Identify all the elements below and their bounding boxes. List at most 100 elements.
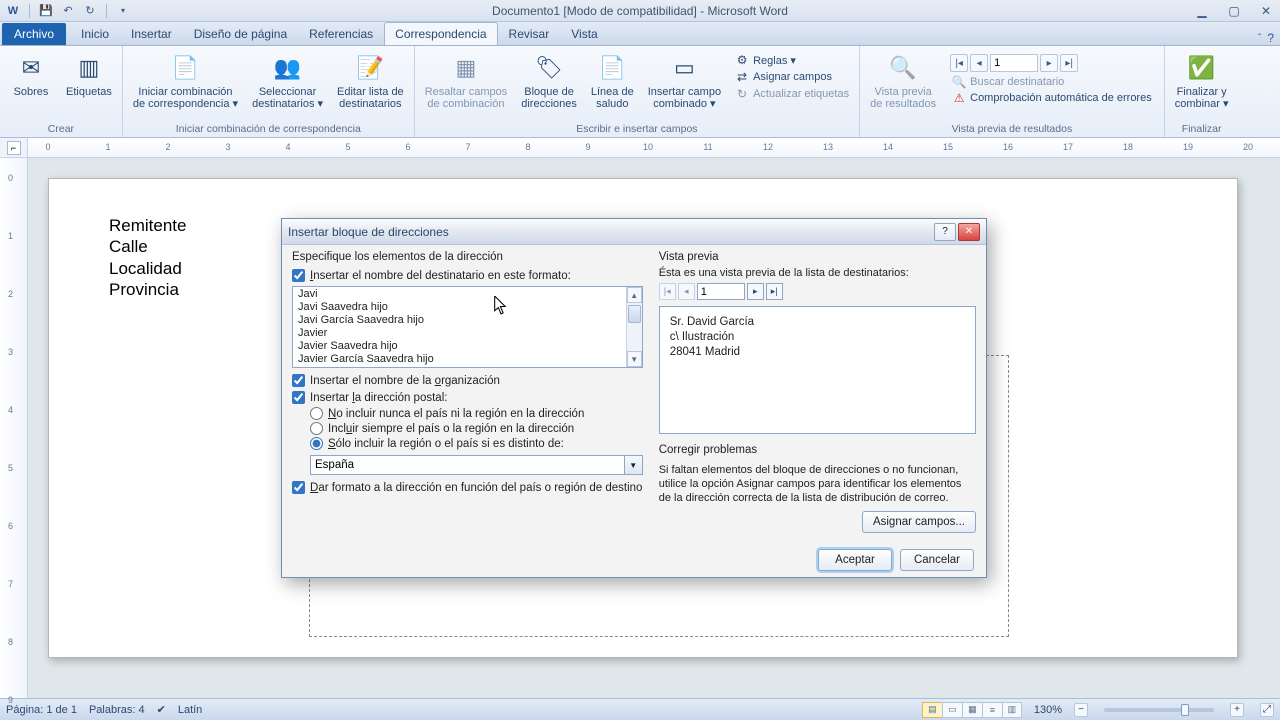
vertical-ruler[interactable]: 0123456789 bbox=[0, 158, 28, 698]
insert-name-label: IInsertar el nombre del destinatario en … bbox=[310, 270, 571, 282]
finalizar-combinar-button[interactable]: ✅ Finalizar y combinar ▾ bbox=[1169, 48, 1235, 114]
horizontal-ruler[interactable]: 01234567891011121314151617181920 bbox=[28, 138, 1280, 157]
list-item[interactable]: Javi García Saavedra hijo bbox=[294, 314, 641, 327]
full-screen-view-button[interactable]: ▭ bbox=[942, 702, 962, 718]
tab-diseno[interactable]: Diseño de página bbox=[183, 22, 298, 45]
print-layout-view-button[interactable]: ▤ bbox=[922, 702, 942, 718]
format-by-country-checkbox-row[interactable]: Dar formato a la dirección en función de… bbox=[292, 481, 643, 494]
seleccionar-destinatarios-button[interactable]: 👥 Seleccionar destinatarios ▾ bbox=[246, 48, 329, 114]
editar-lista-button[interactable]: 📝 Editar lista de destinatarios bbox=[331, 48, 410, 114]
linea-saludo-button[interactable]: 📄 Línea de saludo bbox=[585, 48, 640, 114]
bloque-direcciones-button[interactable]: 🏷 Bloque de direcciones bbox=[515, 48, 583, 114]
scroll-up-button[interactable]: ▲ bbox=[627, 287, 642, 303]
reglas-button[interactable]: ⚙Reglas ▾ bbox=[731, 52, 853, 68]
outline-view-button[interactable]: ≡ bbox=[982, 702, 1002, 718]
asignar-campos-button[interactable]: Asignar campos... bbox=[862, 511, 976, 533]
file-tab[interactable]: Archivo bbox=[2, 23, 66, 45]
rules-icon: ⚙ bbox=[735, 53, 749, 67]
tab-vista[interactable]: Vista bbox=[560, 22, 608, 45]
combo-dropdown-button[interactable]: ▼ bbox=[625, 455, 643, 475]
comprobacion-errores-button[interactable]: ⚠Comprobación automática de errores bbox=[948, 90, 1156, 106]
cancel-button[interactable]: Cancelar bbox=[900, 549, 974, 571]
tab-revisar[interactable]: Revisar bbox=[498, 22, 561, 45]
ok-button[interactable]: Aceptar bbox=[818, 549, 892, 571]
qat-dropdown-icon[interactable]: ▾ bbox=[114, 2, 132, 20]
list-item[interactable]: Javier Saavedra hijo bbox=[294, 340, 641, 353]
status-page[interactable]: Página: 1 de 1 bbox=[6, 704, 77, 716]
mail-merge-icon: 📄 bbox=[169, 52, 201, 84]
actualizar-etiquetas-button[interactable]: ↻Actualizar etiquetas bbox=[731, 86, 853, 102]
country-combo[interactable]: ▼ bbox=[310, 455, 643, 475]
etiquetas-button[interactable]: ▥ Etiquetas bbox=[60, 48, 118, 102]
zoom-out-button[interactable]: − bbox=[1074, 703, 1088, 717]
zoom-thumb[interactable] bbox=[1181, 704, 1189, 716]
tab-selector-button[interactable]: ⌐ bbox=[7, 141, 21, 155]
resaltar-campos-button[interactable]: ▦ Resaltar campos de combinación bbox=[419, 48, 514, 114]
vista-previa-button[interactable]: 🔍 Vista previa de resultados bbox=[864, 48, 942, 114]
preview-prev-button[interactable]: ◂ bbox=[678, 283, 695, 300]
radio-never-row[interactable]: No incluir nunca el país ni la región en… bbox=[310, 407, 643, 420]
preview-record-input[interactable] bbox=[697, 283, 745, 300]
undo-icon[interactable]: ↶ bbox=[59, 2, 77, 20]
listbox-scrollbar[interactable]: ▲ ▼ bbox=[626, 287, 642, 367]
preview-next-button[interactable]: ▸ bbox=[747, 283, 764, 300]
insert-org-checkbox-row[interactable]: Insertar el nombre de la organización In… bbox=[292, 374, 643, 387]
name-format-listbox[interactable]: Javi Javi Saavedra hijo Javi García Saav… bbox=[292, 286, 643, 368]
format-by-country-checkbox[interactable] bbox=[292, 481, 305, 494]
sobres-button[interactable]: ✉ Sobres bbox=[4, 48, 58, 102]
nav-next-button[interactable]: ▸ bbox=[1040, 54, 1058, 72]
nav-first-button[interactable]: |◂ bbox=[950, 54, 968, 72]
radio-diff[interactable] bbox=[310, 437, 323, 450]
country-input[interactable] bbox=[310, 455, 625, 475]
view-buttons: ▤ ▭ ▦ ≡ ▥ bbox=[922, 702, 1022, 718]
insert-org-checkbox[interactable] bbox=[292, 374, 305, 387]
zoom-slider[interactable] bbox=[1104, 708, 1214, 712]
buscar-destinatario-button[interactable]: 🔍Buscar destinatario bbox=[948, 74, 1156, 90]
tab-inicio[interactable]: Inicio bbox=[70, 22, 120, 45]
web-layout-view-button[interactable]: ▦ bbox=[962, 702, 982, 718]
save-icon[interactable]: 💾 bbox=[37, 2, 55, 20]
status-words[interactable]: Palabras: 4 bbox=[89, 704, 145, 716]
status-proofing-icon[interactable]: ✔ bbox=[157, 703, 166, 716]
preview-first-button[interactable]: |◂ bbox=[659, 283, 676, 300]
insert-name-checkbox-row[interactable]: IInsertar el nombre del destinatario en … bbox=[292, 269, 643, 282]
tab-referencias[interactable]: Referencias bbox=[298, 22, 384, 45]
radio-never[interactable] bbox=[310, 407, 323, 420]
zoom-in-button[interactable]: + bbox=[1230, 703, 1244, 717]
insert-postal-checkbox[interactable] bbox=[292, 391, 305, 404]
nav-last-button[interactable]: ▸| bbox=[1060, 54, 1078, 72]
close-window-button[interactable]: ✕ bbox=[1256, 4, 1276, 18]
insert-name-checkbox[interactable] bbox=[292, 269, 305, 282]
radio-always[interactable] bbox=[310, 422, 323, 435]
radio-diff-row[interactable]: Sólo incluir la región o el país si es d… bbox=[310, 437, 643, 450]
tab-insertar[interactable]: Insertar bbox=[120, 22, 183, 45]
help-icon[interactable]: ? bbox=[1267, 31, 1274, 45]
insert-postal-checkbox-row[interactable]: Insertar la dirección postal: Insertar l… bbox=[292, 391, 643, 404]
scroll-down-button[interactable]: ▼ bbox=[627, 351, 642, 367]
asignar-campos-button[interactable]: ⇄Asignar campos bbox=[731, 69, 853, 85]
dialog-title-bar[interactable]: Insertar bloque de direcciones ? ✕ bbox=[282, 219, 986, 245]
zoom-fit-button[interactable]: ⤢ bbox=[1260, 703, 1274, 717]
status-language[interactable]: Latín bbox=[178, 704, 202, 716]
nav-prev-button[interactable]: ◂ bbox=[970, 54, 988, 72]
radio-always-row[interactable]: Incluir siempre el país o la región en l… bbox=[310, 422, 643, 435]
maximize-button[interactable]: ▢ bbox=[1224, 4, 1244, 18]
dialog-close-button[interactable]: ✕ bbox=[958, 223, 980, 241]
list-item[interactable]: Javi Saavedra hijo bbox=[294, 301, 641, 314]
minimize-ribbon-icon[interactable]: ˆ bbox=[1258, 33, 1261, 44]
preview-last-button[interactable]: ▸| bbox=[766, 283, 783, 300]
list-item[interactable]: Javi bbox=[294, 288, 641, 301]
scroll-thumb[interactable] bbox=[628, 305, 641, 323]
redo-icon[interactable]: ↻ bbox=[81, 2, 99, 20]
dialog-help-button[interactable]: ? bbox=[934, 223, 956, 241]
nav-record-input[interactable] bbox=[990, 54, 1038, 72]
minimize-button[interactable]: ▁ bbox=[1192, 4, 1212, 18]
insertar-campo-button[interactable]: ▭ Insertar campo combinado ▾ bbox=[642, 48, 727, 114]
tab-correspondencia[interactable]: Correspondencia bbox=[384, 22, 497, 45]
draft-view-button[interactable]: ▥ bbox=[1002, 702, 1022, 718]
list-item[interactable]: Javier García Saavedra hijo bbox=[294, 353, 641, 366]
list-item[interactable]: Javier bbox=[294, 327, 641, 340]
preview-line: Sr. David García bbox=[670, 315, 965, 330]
iniciar-combinacion-button[interactable]: 📄 Iniciar combinación de correspondencia… bbox=[127, 48, 244, 114]
zoom-level[interactable]: 130% bbox=[1034, 704, 1062, 716]
